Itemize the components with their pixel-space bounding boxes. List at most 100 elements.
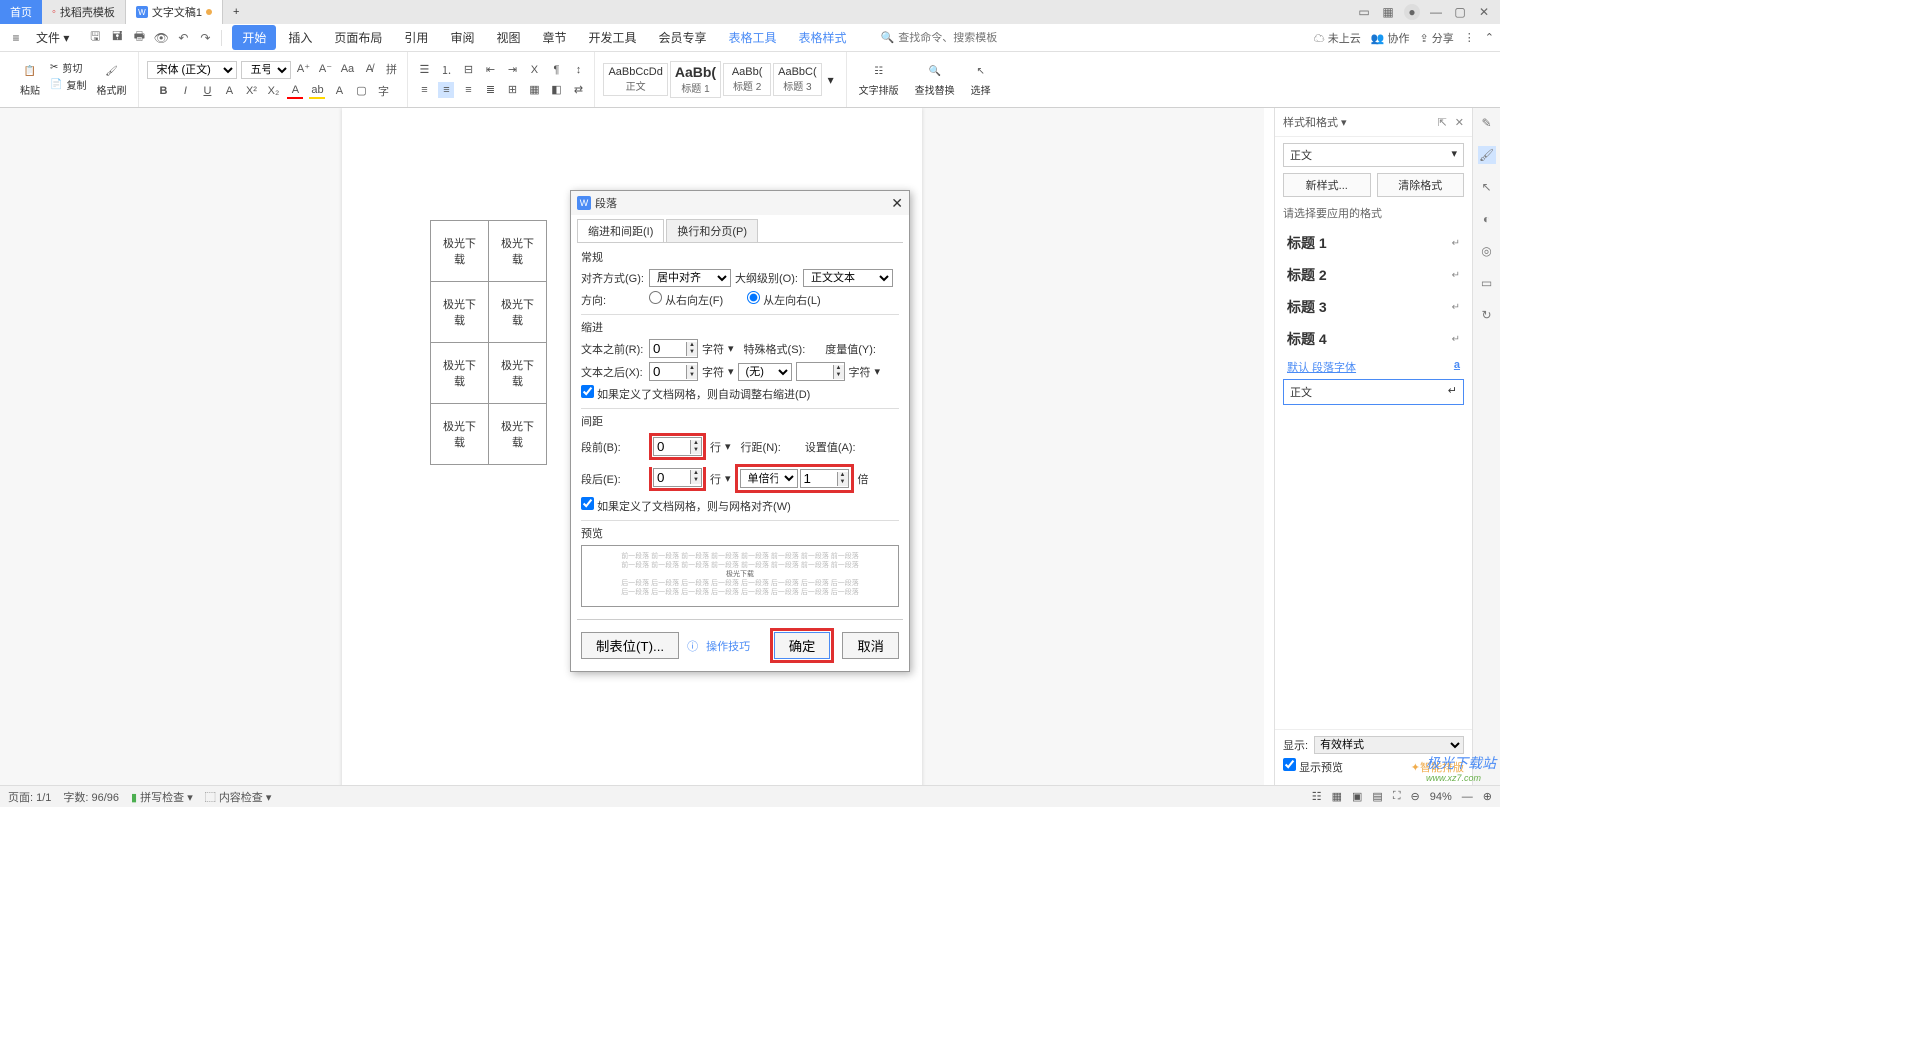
toggle-marks-icon[interactable]: ¶ [548, 62, 564, 78]
table-cell[interactable]: 极光下载 [489, 221, 547, 282]
bold-icon[interactable]: B [155, 83, 171, 99]
border-icon[interactable]: ▦ [526, 82, 542, 98]
spinner-down-icon[interactable]: ▼ [690, 447, 701, 454]
new-tab-button[interactable]: + [223, 0, 249, 24]
zoom-out-icon[interactable]: ⊖ [1411, 790, 1420, 803]
maximize-icon[interactable]: ▢ [1452, 4, 1468, 20]
spinner-up-icon[interactable]: ▲ [833, 365, 844, 372]
command-search[interactable]: 🔍 [881, 31, 1019, 44]
tab-table-style[interactable]: 表格样式 [789, 25, 857, 50]
undo-icon[interactable]: ↶ [175, 30, 191, 46]
tab-indent-spacing[interactable]: 缩进和间距(I) [577, 219, 664, 242]
strip-style-icon[interactable]: ✎ [1478, 114, 1496, 132]
shrink-font-icon[interactable]: A⁻ [317, 61, 333, 77]
decrease-indent-icon[interactable]: ⇤ [482, 62, 498, 78]
spinner-up-icon[interactable]: ▲ [686, 342, 697, 349]
justify-icon[interactable]: ≣ [482, 82, 498, 98]
tab-home[interactable]: 首页 [0, 0, 42, 24]
tab-review[interactable]: 审阅 [440, 25, 484, 50]
distribute-icon[interactable]: ⊞ [504, 82, 520, 98]
spinner-down-icon[interactable]: ▼ [686, 349, 697, 356]
direction-rtl-radio[interactable]: 从右向左(F) [649, 291, 723, 308]
style-h2[interactable]: AaBb(标题 2 [723, 63, 771, 96]
copy-button[interactable]: 📄复制 [50, 77, 86, 92]
snap-to-grid-checkbox[interactable]: 如果定义了文档网格，则与网格对齐(W) [581, 497, 791, 514]
spellcheck-toggle[interactable]: ▮ 拼写检查 ▾ [131, 789, 193, 805]
set-value-input[interactable]: ▲▼ [800, 469, 849, 488]
zoom-more-icon[interactable]: ⊕ [1483, 790, 1492, 803]
char-shading-icon[interactable]: 字 [375, 83, 391, 99]
font-name-select[interactable]: 宋体 (正文) [147, 61, 237, 79]
space-after-input[interactable]: ▲▼ [653, 468, 702, 487]
style-body[interactable]: AaBbCcDd正文 [603, 63, 667, 96]
spinner-down-icon[interactable]: ▼ [833, 372, 844, 379]
dialog-titlebar[interactable]: W段落 ✕ [571, 191, 909, 215]
close-window-icon[interactable]: ✕ [1476, 4, 1492, 20]
format-painter-button[interactable]: 🖌 格式刷 [92, 60, 130, 99]
strip-select-icon[interactable]: ↖ [1478, 178, 1496, 196]
tab-sections[interactable]: 章节 [532, 25, 576, 50]
clear-format-button[interactable]: 清除格式 [1377, 173, 1465, 197]
default-para-font[interactable]: 默认 段落字体a [1283, 355, 1464, 379]
tab-start[interactable]: 开始 [232, 25, 276, 50]
superscript-icon[interactable]: X² [243, 83, 259, 99]
select-button[interactable]: ↖选择 [967, 60, 995, 99]
cancel-button[interactable]: 取消 [842, 632, 899, 659]
spinner-down-icon[interactable]: ▼ [686, 372, 697, 379]
strip-location-icon[interactable]: ◎ [1478, 242, 1496, 260]
strip-refresh-icon[interactable]: ↻ [1478, 306, 1496, 324]
dialog-close-icon[interactable]: ✕ [891, 195, 903, 212]
align-center-icon[interactable]: ≡ [438, 82, 454, 98]
style-heading4[interactable]: 标题 4↵ [1283, 323, 1464, 355]
tab-references[interactable]: 引用 [394, 25, 438, 50]
indent-before-input[interactable]: ▲▼ [649, 339, 698, 358]
change-case-icon[interactable]: Aa [339, 61, 355, 77]
spinner-down-icon[interactable]: ▼ [837, 479, 848, 486]
styles-more-icon[interactable]: ▾ [824, 73, 838, 87]
measure-input[interactable]: ▲▼ [796, 362, 845, 381]
search-input[interactable] [898, 32, 1018, 44]
save-icon[interactable]: 🖫 [87, 30, 103, 46]
font-color-icon[interactable]: A [287, 83, 303, 99]
current-style-combo[interactable]: 正文▾ [1283, 143, 1464, 167]
style-heading1[interactable]: 标题 1↵ [1283, 227, 1464, 259]
tab-member[interactable]: 会员专享 [649, 25, 717, 50]
tabs-button[interactable]: 制表位(T)... [581, 632, 679, 659]
special-format-select[interactable]: (无) [738, 363, 792, 381]
font-size-select[interactable]: 五号 [241, 61, 291, 79]
cut-button[interactable]: ✂剪切 [50, 60, 86, 75]
align-left-icon[interactable]: ≡ [416, 82, 432, 98]
hamburger-icon[interactable]: ≡ [6, 28, 26, 48]
view-print-icon[interactable]: ▦ [1332, 790, 1342, 803]
view-web-icon[interactable]: ▣ [1352, 790, 1362, 803]
app-grid-icon[interactable]: ▦ [1380, 4, 1396, 20]
tab-view[interactable]: 视图 [486, 25, 530, 50]
cloud-status[interactable]: ☁ 未上云 [1314, 30, 1361, 46]
alignment-select[interactable]: 居中对齐 [649, 269, 731, 287]
tab-icon[interactable]: ⇄ [570, 82, 586, 98]
auto-indent-checkbox[interactable]: 如果定义了文档网格，则自动调整右缩进(D) [581, 385, 810, 402]
grow-font-icon[interactable]: A⁺ [295, 61, 311, 77]
align-right-icon[interactable]: ≡ [460, 82, 476, 98]
line-spacing-select[interactable]: 单倍行距 [740, 469, 798, 488]
spinner-down-icon[interactable]: ▼ [690, 477, 701, 484]
document-table[interactable]: 极光下载极光下载 极光下载极光下载 极光下载极光下载 极光下载极光下载 [430, 220, 547, 465]
collab-button[interactable]: 👥 协作 [1371, 30, 1410, 46]
share-button[interactable]: ⇪ 分享 [1420, 30, 1454, 46]
redo-icon[interactable]: ↷ [197, 30, 213, 46]
file-menu[interactable]: 文件 ▾ [30, 29, 75, 46]
text-layout-button[interactable]: ☷文字排版 [855, 60, 903, 99]
spinner-up-icon[interactable]: ▲ [690, 470, 701, 477]
strip-book-icon[interactable]: ▭ [1478, 274, 1496, 292]
subscript-icon[interactable]: X₂ [265, 83, 281, 99]
table-cell[interactable]: 极光下载 [431, 282, 489, 343]
table-cell[interactable]: 极光下载 [489, 343, 547, 404]
table-cell[interactable]: 极光下载 [431, 343, 489, 404]
bullets-icon[interactable]: ☰ [416, 62, 432, 78]
spinner-up-icon[interactable]: ▲ [690, 440, 701, 447]
view-outline-icon[interactable]: ▤ [1372, 790, 1382, 803]
tab-insert[interactable]: 插入 [278, 25, 322, 50]
paste-button[interactable]: 📋 粘贴 [16, 60, 44, 99]
outline-select[interactable]: 正文文本 [803, 269, 893, 287]
table-cell[interactable]: 极光下载 [489, 282, 547, 343]
